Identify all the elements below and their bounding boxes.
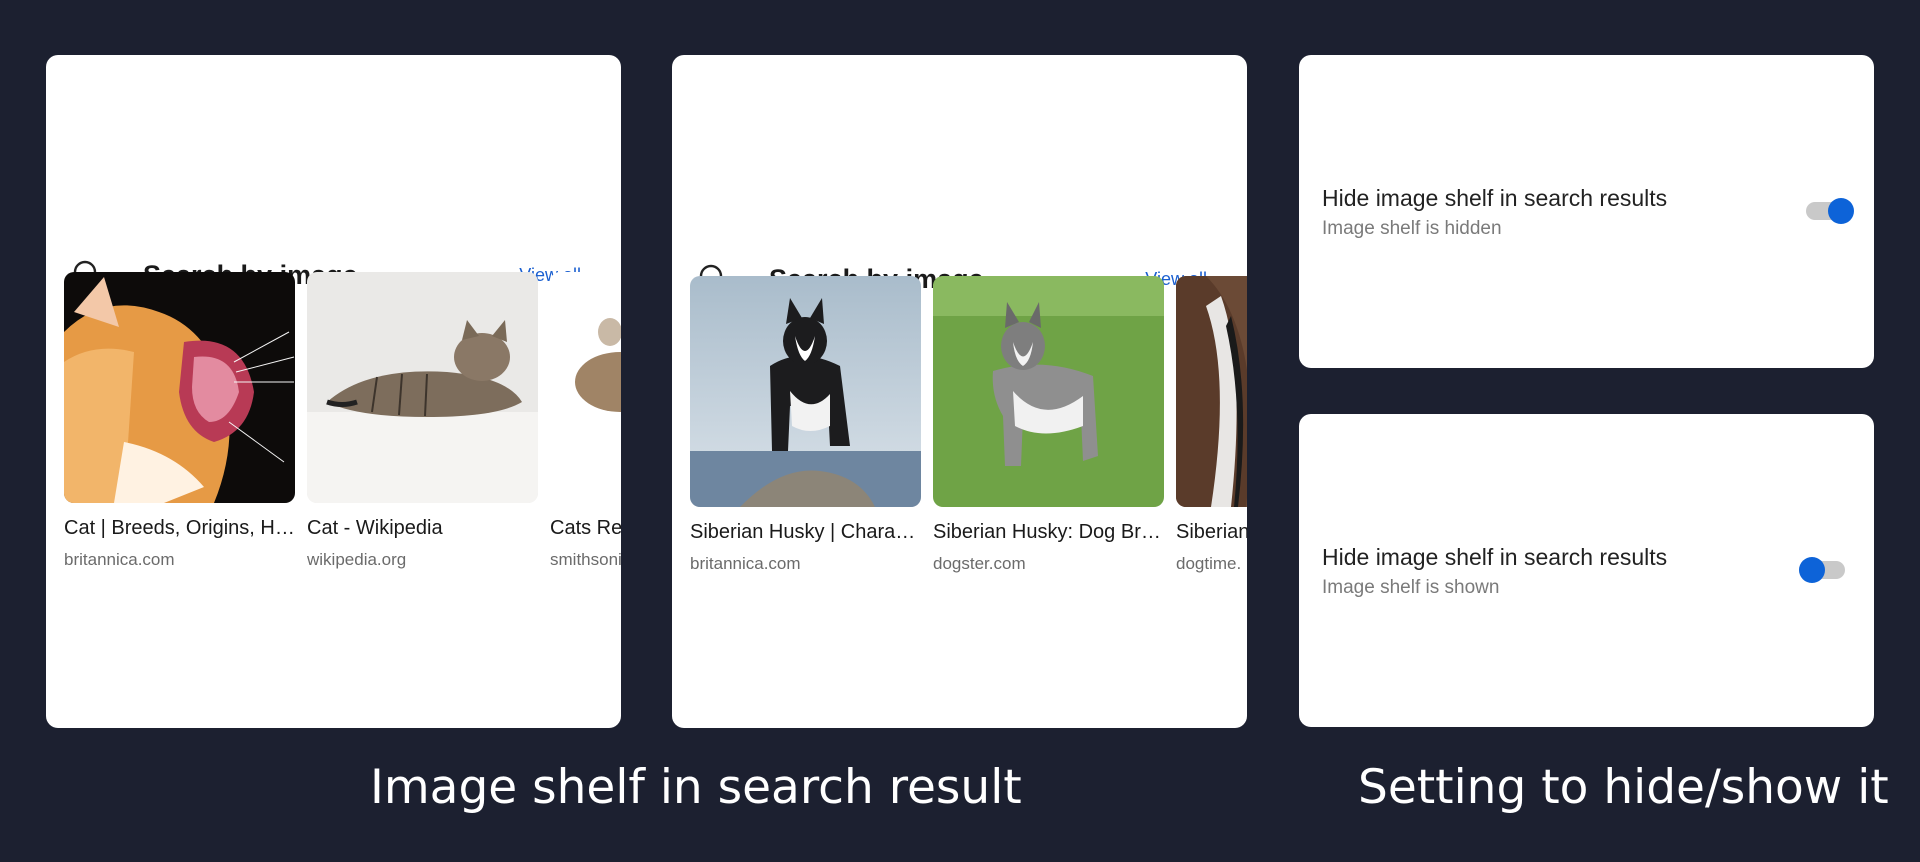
- result-image-cat-partial[interactable]: [550, 272, 621, 503]
- result-source: dogtime.: [1176, 554, 1242, 573]
- setting-title: Hide image shelf in search results: [1322, 185, 1668, 211]
- result-source: britannica.com: [690, 554, 801, 573]
- image-shelf-card-cats: Search by image View all Cat | Bree: [46, 55, 621, 728]
- result-title[interactable]: Siberian Husky | Characteristics...: [690, 521, 921, 544]
- hide-shelf-toggle-off[interactable]: [1799, 557, 1845, 583]
- result-card[interactable]: Cat - Wikipedia wikipedia.org: [307, 272, 538, 570]
- result-image-yawning-cat[interactable]: [64, 272, 295, 503]
- thumbnail-row[interactable]: Siberian Husky | Characteristics... brit…: [690, 276, 1247, 596]
- caption-image-shelf: Image shelf in search result: [370, 760, 1022, 815]
- caption-setting: Setting to hide/show it: [1358, 760, 1889, 815]
- result-card[interactable]: Siberian Husky | Characteristics... brit…: [690, 276, 921, 574]
- result-image-husky-on-grass[interactable]: [933, 276, 1164, 507]
- thumbnail-row[interactable]: Cat | Breeds, Origins, History, Body... …: [64, 272, 621, 592]
- setting-card-hidden: Hide image shelf in search results Image…: [1299, 55, 1874, 368]
- setting-subtitle: Image shelf is hidden: [1322, 218, 1502, 239]
- result-title[interactable]: Cat | Breeds, Origins, History, Body...: [64, 517, 295, 540]
- hide-shelf-toggle-on[interactable]: [1806, 198, 1854, 224]
- result-image-husky-partial[interactable]: [1176, 276, 1247, 507]
- result-title[interactable]: Cat - Wikipedia: [307, 517, 538, 540]
- result-card[interactable]: Siberian Husky: Dog Breed... dogster.com: [933, 276, 1164, 574]
- result-source: wikipedia.org: [307, 550, 407, 569]
- image-shelf-card-huskies: Search by image View all: [672, 55, 1247, 728]
- result-source: dogster.com: [933, 554, 1026, 573]
- result-source: britannica.com: [64, 550, 175, 569]
- result-title[interactable]: Cats Re: [550, 517, 621, 540]
- result-card[interactable]: Siberian dogtime.: [1176, 276, 1247, 574]
- toggle-knob: [1799, 557, 1825, 583]
- result-card[interactable]: Cats Re smithsonian: [550, 272, 621, 570]
- result-image-lying-cat[interactable]: [307, 272, 538, 503]
- result-image-husky-on-rock[interactable]: [690, 276, 921, 507]
- setting-text: Hide image shelf in search results Image…: [1322, 185, 1667, 240]
- result-title[interactable]: Siberian Husky: Dog Breed...: [933, 521, 1164, 544]
- setting-text: Hide image shelf in search results Image…: [1322, 544, 1667, 599]
- result-source: smithsonian: [550, 550, 621, 569]
- result-title[interactable]: Siberian: [1176, 521, 1247, 544]
- setting-subtitle: Image shelf is shown: [1322, 577, 1500, 598]
- toggle-knob: [1828, 198, 1854, 224]
- setting-card-shown: Hide image shelf in search results Image…: [1299, 414, 1874, 727]
- result-card[interactable]: Cat | Breeds, Origins, History, Body... …: [64, 272, 295, 570]
- setting-title: Hide image shelf in search results: [1322, 544, 1668, 570]
